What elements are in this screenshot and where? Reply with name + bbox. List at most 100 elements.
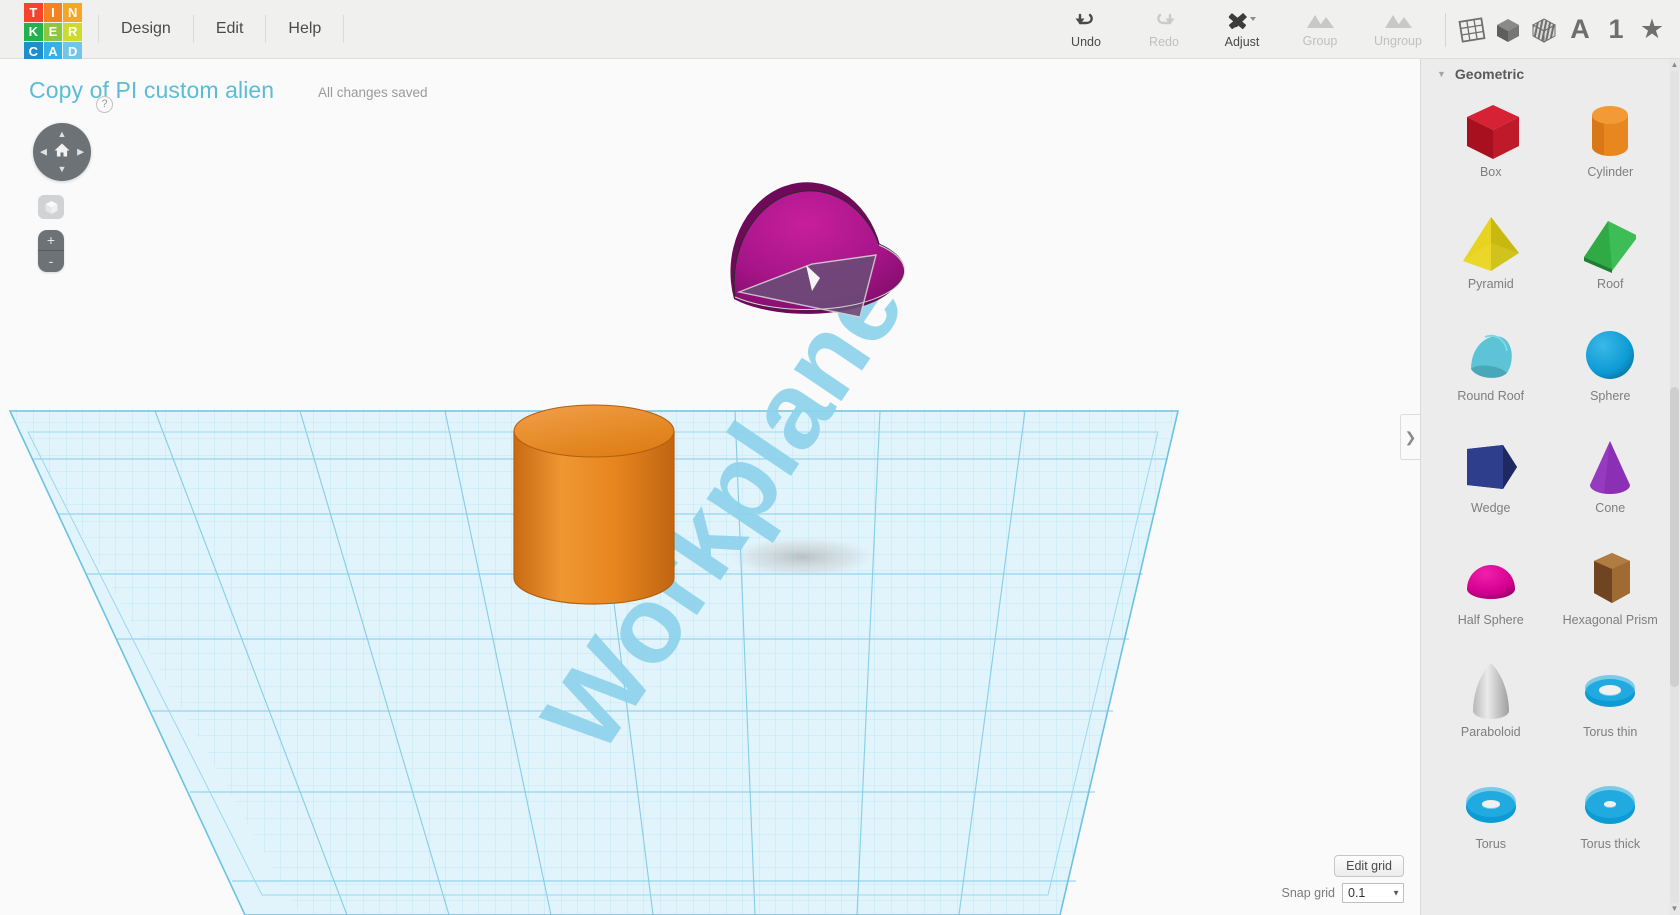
round-roof-shape-icon [1455,319,1527,393]
shape-label: Paraboloid [1460,725,1521,739]
star-favorite-icon[interactable]: ★ [1634,0,1670,59]
chevron-down-icon: ▼ [1392,888,1400,898]
view-left-arrow-icon[interactable]: ◀ [40,147,47,157]
pyramid-shape-icon [1455,207,1527,281]
roof-shape-icon [1574,207,1646,281]
menu-edit[interactable]: Edit [194,15,267,43]
panel-scrollbar-thumb[interactable] [1670,387,1679,687]
adjust-label: Adjust [1224,35,1260,49]
cone-shape-icon [1574,431,1646,505]
ungroup-label: Ungroup [1374,34,1422,48]
home-icon[interactable] [54,143,71,162]
shape-item-sphere[interactable]: Sphere [1551,313,1671,425]
shape-item-half-sphere[interactable]: Half Sphere [1431,537,1551,649]
adjust-ruler-pencil-icon [1227,10,1257,32]
workplane-watermark: Workplane [519,248,927,772]
undo-label: Undo [1071,35,1101,49]
sphere-shape-icon [1574,319,1646,393]
number-one-icon[interactable]: 1 [1598,0,1634,59]
view-down-arrow-icon[interactable]: ▼ [58,165,67,174]
shape-item-wedge[interactable]: Wedge [1431,425,1551,537]
panel-collapse-handle[interactable]: ❯ [1400,414,1420,460]
undo-button[interactable]: Undo [1047,0,1125,59]
logo-tile-0: T [24,3,43,22]
shape-label: Roof [1597,277,1624,291]
scroll-down-arrow-icon[interactable]: ▼ [1669,903,1680,915]
logo-tile-4: E [43,22,63,42]
shape-item-hexagonal-prism[interactable]: Hexagonal Prism [1551,537,1671,649]
shape-item-round-roof[interactable]: Round Roof [1431,313,1551,425]
zoom-controls: + - [38,230,64,272]
zoom-in-button[interactable]: + [38,230,64,251]
toolbar-divider [1445,12,1446,47]
undo-arrow-icon [1074,10,1098,32]
shape-item-paraboloid[interactable]: Paraboloid [1431,649,1551,761]
shape-label: Half Sphere [1457,613,1524,627]
logo-tile-5: R [63,22,82,42]
box-shape-icon [1455,95,1527,169]
shape-label: Torus thin [1583,725,1638,739]
paraboloid-shape-icon [1455,655,1527,729]
redo-label: Redo [1149,35,1179,49]
shape-label: Wedge [1471,501,1511,515]
torus-shape-icon [1455,767,1527,841]
shapes-panel: ▼ Geometric Box Cylinder Pyramid Roof Ro… [1420,59,1680,915]
snap-grid-value: 0.1 [1348,886,1366,900]
torus-thick-shape-icon [1574,767,1646,841]
shape-item-box[interactable]: Box [1431,89,1551,201]
shape-label: Pyramid [1467,277,1514,291]
view-icon-tools: A 1 ★ [1454,0,1680,59]
snap-grid-label: Snap grid [1281,886,1335,900]
redo-button[interactable]: Redo [1125,0,1203,59]
workplane-grid-icon[interactable] [1454,0,1490,59]
shape-item-torus-thick[interactable]: Torus thick [1551,761,1671,873]
group-label: Group [1302,34,1338,48]
view-up-arrow-icon[interactable]: ▲ [58,130,67,139]
shape-item-cone[interactable]: Cone [1551,425,1671,537]
wedge-shape-icon [1455,431,1527,505]
scene-3d: Workplane [8,182,1180,915]
text-a-icon[interactable]: A [1562,0,1598,59]
shape-label: Box [1479,165,1502,179]
shape-label: Torus thick [1580,837,1641,851]
panel-section-header[interactable]: ▼ Geometric [1421,59,1680,89]
shape-item-pyramid[interactable]: Pyramid [1431,201,1551,313]
save-status: All changes saved [318,85,428,100]
menu-help[interactable]: Help [266,15,345,43]
help-button[interactable]: ? [96,96,113,113]
adjust-button[interactable]: Adjust [1203,0,1281,59]
fit-to-view-cube-icon[interactable] [38,195,64,219]
shape-item-cylinder[interactable]: Cylinder [1551,89,1671,201]
snap-grid-select[interactable]: 0.1 ▼ [1342,883,1404,903]
hexagonal-prism-shape-icon [1574,543,1646,617]
torus-thin-shape-icon [1574,655,1646,729]
shape-item-roof[interactable]: Roof [1551,201,1671,313]
solid-cube-icon[interactable] [1490,0,1526,59]
striped-cube-icon[interactable] [1526,0,1562,59]
shape-item-torus-thin[interactable]: Torus thin [1551,649,1671,761]
action-tools: Undo Redo Adjust Group Ungroup A 1 ★ [1047,0,1680,59]
logo-tile-3: K [24,22,43,42]
menu-design[interactable]: Design [98,15,194,43]
view-navigation-widget: ▲ ▼ ◀ ▶ ? + - [33,96,113,272]
logo-tile-2: N [63,3,82,22]
ungroup-mountains-icon [1383,11,1413,31]
half-sphere-object [730,182,906,318]
ungroup-button[interactable]: Ungroup [1359,0,1437,59]
shape-grid: Box Cylinder Pyramid Roof Round Roof Sph… [1421,89,1680,873]
tinkercad-logo[interactable]: T I N K E R C A D [24,3,82,61]
view-home-disc[interactable]: ▲ ▼ ◀ ▶ [33,123,91,181]
shape-label: Round Roof [1457,389,1525,403]
viewport-canvas[interactable]: Copy of PI custom alien All changes save… [0,59,1420,915]
view-right-arrow-icon[interactable]: ▶ [77,147,84,157]
section-caret-icon: ▼ [1437,69,1446,79]
shape-label: Cylinder [1587,165,1634,179]
scroll-up-arrow-icon[interactable]: ▲ [1669,59,1680,71]
design-title[interactable]: Copy of PI custom alien [29,77,274,104]
zoom-out-button[interactable]: - [38,251,64,272]
edit-grid-button[interactable]: Edit grid [1334,855,1404,877]
tinkercad-app: T I N K E R C A D Design Edit Help Undo … [0,0,1680,915]
snap-grid-row: Snap grid 0.1 ▼ [1281,883,1404,903]
shape-item-torus[interactable]: Torus [1431,761,1551,873]
group-button[interactable]: Group [1281,0,1359,59]
